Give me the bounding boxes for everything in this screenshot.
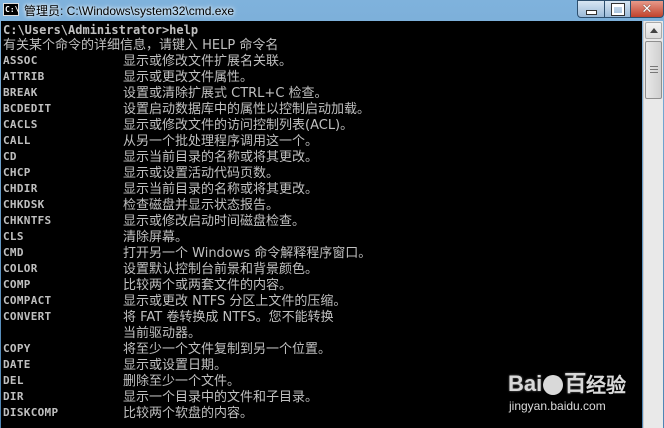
command-name: DIR [3,390,24,403]
command-name: BREAK [3,86,38,99]
watermark-cn-text: 经验 [586,373,626,397]
command-name: BCDEDIT [3,102,52,115]
command-name: COMP [3,278,31,291]
minimize-button[interactable] [577,0,605,18]
command-name: ATTRIB [3,70,45,83]
grip-line [650,69,658,70]
command-description: 显示或修改启动时间磁盘检查。 [123,214,306,229]
command-description: 从另一个批处理程序调用这一个。 [123,134,319,149]
help-header: 有关某个命令的详细信息，请键入 HELP 命令名 [3,38,279,53]
watermark-logo: Bai 百 [508,366,586,398]
command-name: CHKNTFS [3,214,52,227]
command-description: 显示或修改文件的访问控制列表(ACL)。 [123,118,354,133]
command-description: 设置默认控制台前景和背景颜色。 [123,262,319,277]
command-name: ASSOC [3,54,38,67]
grip-line [650,72,658,73]
command-description: 检查磁盘并显示状态报告。 [123,198,280,213]
command-name: CACLS [3,118,38,131]
cmd-app-icon[interactable]: C:\ [3,3,19,16]
command-name: COLOR [3,262,38,275]
command-name: DATE [3,358,31,371]
command-name: DISKCOMP [3,406,59,419]
command-name: CHCP [3,166,31,179]
command-name: CONVERT [3,310,52,323]
command-description: 将 FAT 卷转换成 NTFS。您不能转换 [123,310,334,325]
close-button[interactable]: ✕ [630,0,664,18]
scroll-up-arrow-icon[interactable] [645,22,662,39]
command-description: 清除屏幕。 [123,230,189,245]
window-title: 管理员: C:\Windows\system32\cmd.exe [24,4,235,18]
command-description: 显示当前目录的名称或将其更改。 [123,150,319,165]
title-bar[interactable]: C:\ 管理员: C:\Windows\system32\cmd.exe ✕ [0,0,664,20]
command-name: CHDIR [3,182,38,195]
command-name: CALL [3,134,31,147]
command-description: 显示当前目录的名称或将其更改。 [123,182,319,197]
command-description: 当前驱动器。 [123,326,202,341]
maximize-button[interactable] [604,0,631,18]
command-name: CD [3,150,17,163]
scrollbar-thumb[interactable] [645,41,662,99]
watermark-url: jingyan.baidu.com [509,399,606,413]
command-description: 显示或更改文件属性。 [123,70,254,85]
command-description: 设置启动数据库中的属性以控制启动加载。 [123,102,371,117]
command-description: 打开另一个 Windows 命令解释程序窗口。 [123,246,372,261]
baidu-jingyan-watermark: Bai 百 经验 jingyan.baidu.com [508,366,658,426]
command-name: DEL [3,374,24,387]
watermark-logo-cn: 百 [564,371,587,396]
command-name: COPY [3,342,31,355]
paw-icon [543,375,564,396]
prompt-line: C:\Users\Administrator>help [3,23,199,37]
command-name: CMD [3,246,24,259]
command-description: 比较两个或两套文件的内容。 [123,278,293,293]
command-description: 显示或设置日期。 [123,358,228,373]
grip-line [650,66,658,67]
command-description: 比较两个软盘的内容。 [123,406,254,421]
command-description: 将至少一个文件复制到另一个位置。 [123,342,332,357]
command-description: 显示或设置活动代码页数。 [123,166,280,181]
watermark-logo-text: Bai [508,371,543,396]
command-description: 显示或更改 NTFS 分区上文件的压缩。 [123,294,347,309]
command-description: 删除至少一个文件。 [123,374,241,389]
command-name: CLS [3,230,24,243]
command-description: 显示一个目录中的文件和子目录。 [123,390,319,405]
cmd-window: C:\ 管理员: C:\Windows\system32\cmd.exe ✕ C… [0,0,664,428]
command-name: CHKDSK [3,198,45,211]
command-description: 设置或清除扩展式 CTRL+C 检查。 [123,86,328,101]
command-name: COMPACT [3,294,52,307]
minimize-icon [585,10,597,15]
close-icon: ✕ [641,1,653,17]
maximize-icon [610,2,625,16]
command-description: 显示或修改文件扩展名关联。 [123,54,293,69]
